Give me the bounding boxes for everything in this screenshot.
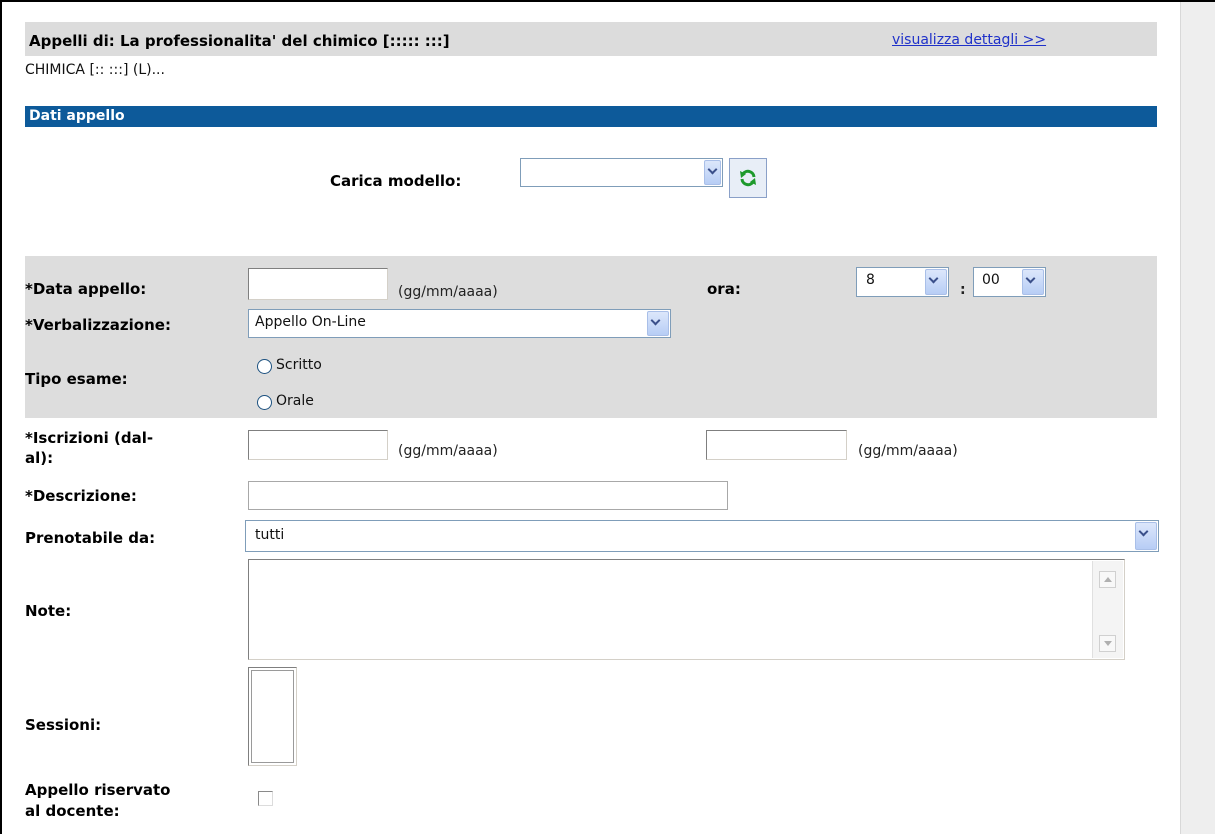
- template-label: Carica modello:: [330, 172, 462, 190]
- radio-orale-label: Orale: [276, 393, 314, 409]
- template-select[interactable]: [520, 158, 723, 187]
- sessions-listbox-inner: [251, 670, 294, 763]
- registration-to-input[interactable]: [706, 430, 847, 460]
- verbalization-select-value: Appello On-Line: [255, 314, 366, 330]
- radio-scritto-label: Scritto: [276, 357, 322, 373]
- chevron-down-icon[interactable]: [647, 311, 669, 336]
- hour-select-value: 8: [866, 272, 875, 288]
- time-label: ora:: [707, 280, 741, 298]
- refresh-button[interactable]: [729, 158, 767, 198]
- bookable-label: Prenotabile da:: [25, 529, 156, 547]
- section-title: Dati appello: [29, 108, 125, 124]
- notes-label: Note:: [25, 602, 72, 620]
- bookable-select-value: tutti: [255, 527, 285, 543]
- details-link[interactable]: visualizza dettagli >>: [892, 32, 1046, 48]
- time-separator: :: [960, 282, 966, 298]
- description-input[interactable]: [248, 481, 728, 510]
- scroll-up-icon[interactable]: [1099, 571, 1116, 588]
- window-left-border: [0, 0, 2, 834]
- right-side-panel: [1180, 2, 1215, 834]
- bookable-select[interactable]: tutti: [245, 520, 1159, 552]
- hour-select[interactable]: 8: [856, 267, 949, 297]
- course-title: Appelli di: La professionalita' del chim…: [29, 32, 450, 50]
- radio-scritto[interactable]: [257, 359, 272, 374]
- registration-label: *Iscrizioni (dal- al):: [25, 429, 154, 467]
- course-subtitle: CHIMICA [:: :::] (L)...: [25, 62, 165, 78]
- minute-select-value: 00: [982, 272, 1000, 288]
- reserved-checkbox[interactable]: [258, 791, 273, 806]
- date-hint: (gg/mm/aaaa): [398, 284, 498, 300]
- minute-select[interactable]: 00: [973, 267, 1046, 297]
- registration-from-hint: (gg/mm/aaaa): [398, 443, 498, 459]
- scroll-down-icon[interactable]: [1099, 635, 1116, 652]
- date-input[interactable]: [248, 268, 388, 300]
- date-label: *Data appello:: [25, 280, 147, 298]
- sessions-label: Sessioni:: [25, 716, 102, 734]
- notes-scrollbar[interactable]: [1092, 561, 1123, 658]
- registration-to-hint: (gg/mm/aaaa): [858, 443, 958, 459]
- description-label: *Descrizione:: [25, 487, 137, 505]
- notes-textarea[interactable]: [248, 559, 1125, 660]
- section-bar: [25, 106, 1157, 127]
- chevron-down-icon[interactable]: [1135, 522, 1157, 550]
- chevron-down-icon[interactable]: [704, 160, 721, 185]
- verbalization-select[interactable]: Appello On-Line: [248, 309, 671, 338]
- exam-type-label: Tipo esame:: [25, 370, 128, 388]
- chevron-down-icon[interactable]: [1022, 269, 1044, 295]
- registration-from-input[interactable]: [248, 430, 388, 460]
- reserved-label: Appello riservato al docente:: [25, 781, 171, 820]
- verbalization-label: *Verbalizzazione:: [25, 316, 171, 334]
- window-top-border: [0, 0, 1215, 2]
- chevron-down-icon[interactable]: [925, 269, 947, 295]
- radio-orale[interactable]: [257, 395, 272, 410]
- refresh-icon: [740, 169, 756, 187]
- sessions-listbox[interactable]: [248, 667, 297, 766]
